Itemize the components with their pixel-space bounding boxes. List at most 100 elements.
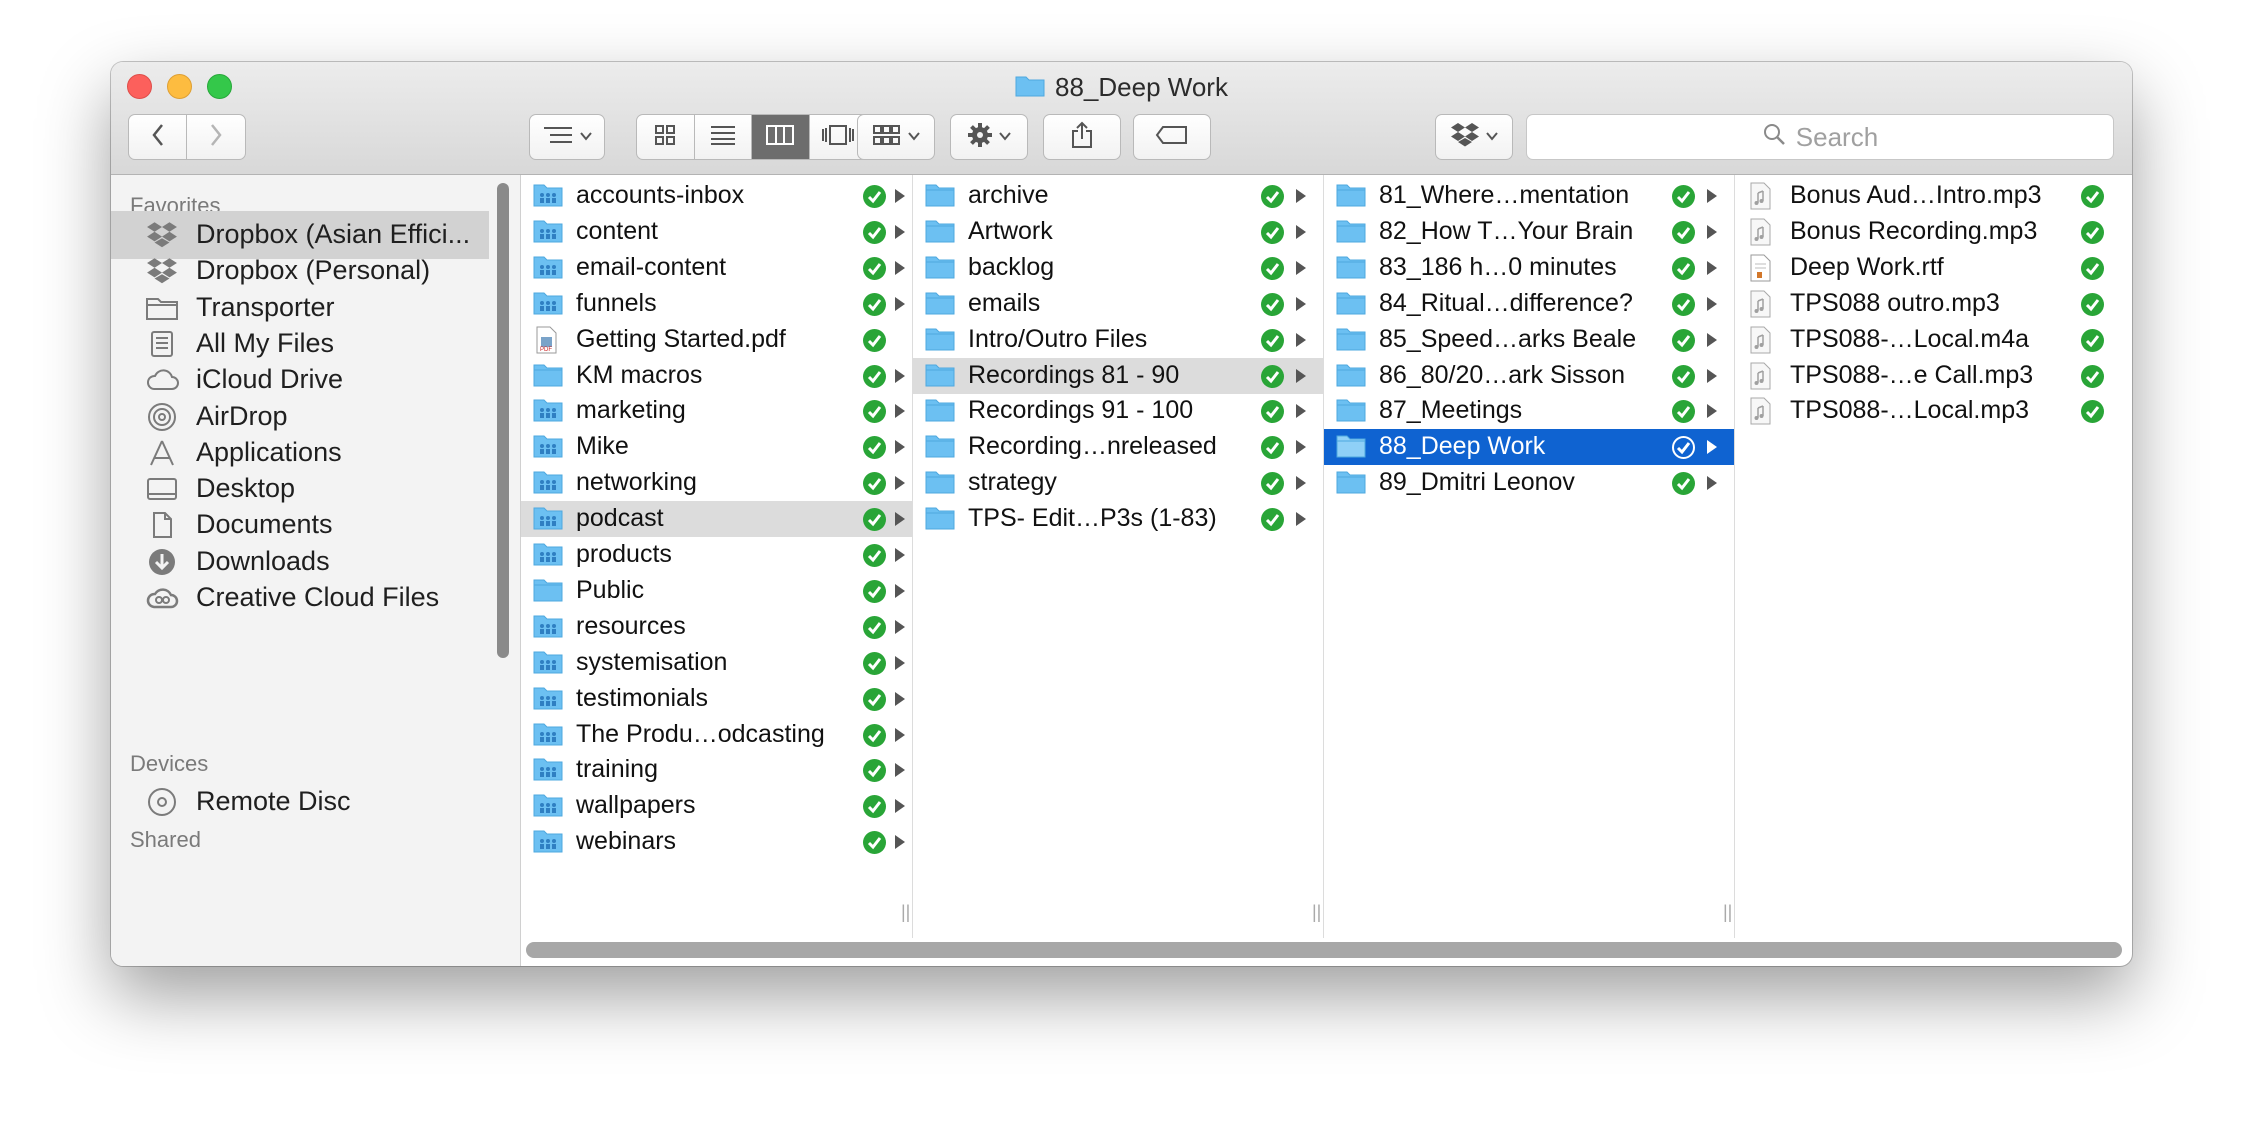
sidebar-scrollbar[interactable] <box>497 183 509 658</box>
folder-row[interactable]: archive <box>913 178 1323 214</box>
tag-button[interactable] <box>1133 114 1211 160</box>
sidebar-item[interactable]: Remote Disc <box>111 778 489 826</box>
folder-row[interactable]: 82_How T…Your Brain <box>1324 214 1734 250</box>
pdf-file-icon: PDF <box>533 326 563 354</box>
group-button[interactable] <box>857 114 935 160</box>
sidebar-item-label: Documents <box>196 509 333 540</box>
audio-file-icon <box>1747 362 1777 390</box>
shared-folder-icon <box>533 218 563 246</box>
disclosure-arrow-icon <box>1707 404 1717 419</box>
column-deep-work: Bonus Aud…Intro.mp3 Bonus Recording.mp3 De… <box>1735 175 2132 938</box>
sync-check-icon <box>863 615 886 639</box>
folder-row[interactable]: funnels <box>521 286 912 322</box>
audio-file-icon <box>1747 290 1777 318</box>
folder-row[interactable]: webinars <box>521 824 912 860</box>
disclosure-arrow-icon <box>895 476 905 491</box>
folder-row[interactable]: networking <box>521 465 912 501</box>
folder-icon <box>925 469 955 497</box>
file-row[interactable]: TPS088 outro.mp3 <box>1735 286 2132 322</box>
folder-row[interactable]: marketing <box>521 393 912 429</box>
row-label: Artwork <box>968 216 1053 245</box>
view-switcher <box>636 114 868 160</box>
folder-row[interactable]: strategy <box>913 465 1323 501</box>
folder-row[interactable]: podcast <box>521 501 912 538</box>
row-label: 85_Speed…arks Beale <box>1379 324 1637 353</box>
sync-check-icon <box>863 256 886 280</box>
sidebar: Favorites Dropbox (Asian Effici... Dropbo… <box>111 175 521 966</box>
folder-row[interactable]: emails <box>913 286 1323 322</box>
folder-row[interactable]: 89_Dmitri Leonov <box>1324 465 1734 501</box>
folder-row[interactable]: resources <box>521 609 912 645</box>
folder-row[interactable]: The Produ…odcasting <box>521 717 912 753</box>
row-label: Recordings 91 - 100 <box>968 396 1194 425</box>
row-label: TPS088-…Local.m4a <box>1790 324 2030 353</box>
folder-row[interactable]: Recording…nreleased <box>913 429 1323 465</box>
folder-row[interactable]: Artwork <box>913 214 1323 250</box>
row-label: Public <box>576 575 645 604</box>
icon-view-button[interactable] <box>637 115 695 159</box>
folder-row[interactable]: Recordings 91 - 100 <box>913 393 1323 429</box>
sidebar-item[interactable]: Creative Cloud Files <box>111 574 489 622</box>
folder-row[interactable]: Mike <box>521 429 912 465</box>
folder-row[interactable]: TPS- Edit…P3s (1-83) <box>913 501 1323 537</box>
folder-row[interactable]: backlog <box>913 250 1323 286</box>
sync-check-icon <box>1261 328 1284 352</box>
back-button[interactable] <box>129 115 187 159</box>
disclosure-arrow-icon <box>1296 404 1306 419</box>
folder-row[interactable]: 83_186 h…0 minutes <box>1324 250 1734 286</box>
folder-row[interactable]: 87_Meetings <box>1324 393 1734 429</box>
folder-row[interactable]: systemisation <box>521 645 912 681</box>
row-label: 82_How T…Your Brain <box>1379 216 1634 245</box>
file-row[interactable]: PDF Getting Started.pdf <box>521 322 912 358</box>
folder-row[interactable]: wallpapers <box>521 788 912 824</box>
file-row[interactable]: TPS088-…Local.mp3 <box>1735 393 2132 429</box>
share-button[interactable] <box>1043 114 1121 160</box>
folder-row[interactable]: training <box>521 752 912 788</box>
disclosure-arrow-icon <box>1707 189 1717 203</box>
window-title-text: 88_Deep Work <box>1055 71 1228 102</box>
horizontal-scrollbar[interactable] <box>526 942 2122 958</box>
row-label: KM macros <box>576 360 703 389</box>
search-field[interactable]: Search <box>1526 114 2114 160</box>
shared-folder-icon <box>533 541 563 569</box>
sync-check-icon <box>1672 292 1695 316</box>
folder-row[interactable]: email-content <box>521 250 912 286</box>
sidebar-item-label: Remote Disc <box>196 786 351 816</box>
folder-row[interactable]: Intro/Outro Files <box>913 322 1323 358</box>
folder-row[interactable]: 84_Ritual…difference? <box>1324 286 1734 322</box>
arrange-button[interactable] <box>529 114 605 160</box>
file-row[interactable]: Bonus Aud…Intro.mp3 <box>1735 178 2132 214</box>
folder-row[interactable]: 81_Where…mentation <box>1324 178 1734 214</box>
file-row[interactable]: Deep Work.rtf <box>1735 250 2132 286</box>
file-row[interactable]: TPS088-…e Call.mp3 <box>1735 358 2132 394</box>
sidebar-item-label: All My Files <box>196 327 335 358</box>
shared-folder-icon <box>533 685 563 713</box>
sync-check-icon <box>1672 185 1695 208</box>
action-button[interactable] <box>950 114 1028 160</box>
folder-row[interactable]: 85_Speed…arks Beale <box>1324 322 1734 358</box>
forward-button[interactable] <box>187 115 245 159</box>
sync-check-icon <box>863 185 886 208</box>
file-row[interactable]: Bonus Recording.mp3 <box>1735 214 2132 250</box>
folder-row[interactable]: testimonials <box>521 681 912 717</box>
folder-row[interactable]: KM macros <box>521 358 912 394</box>
folder-icon <box>925 397 955 425</box>
folder-row[interactable]: Public <box>521 573 912 609</box>
disclosure-arrow-icon <box>895 727 905 742</box>
row-label: backlog <box>968 252 1055 281</box>
folder-row[interactable]: products <box>521 537 912 573</box>
sync-check-icon <box>863 687 886 711</box>
audio-file-icon <box>1747 397 1777 425</box>
folder-row[interactable]: 88_Deep Work <box>1324 429 1734 466</box>
list-view-button[interactable] <box>695 115 752 159</box>
tag-icon <box>1155 125 1189 150</box>
folder-row[interactable]: content <box>521 214 912 250</box>
folder-icon <box>533 362 563 390</box>
folder-row[interactable]: 86_80/20…ark Sisson <box>1324 358 1734 394</box>
rtf-file-icon <box>1747 254 1777 282</box>
dropbox-menu-button[interactable] <box>1435 114 1513 160</box>
folder-row[interactable]: accounts-inbox <box>521 178 912 214</box>
file-row[interactable]: TPS088-…Local.m4a <box>1735 322 2132 358</box>
folder-row[interactable]: Recordings 81 - 90 <box>913 357 1323 394</box>
column-view-button[interactable] <box>752 115 810 159</box>
